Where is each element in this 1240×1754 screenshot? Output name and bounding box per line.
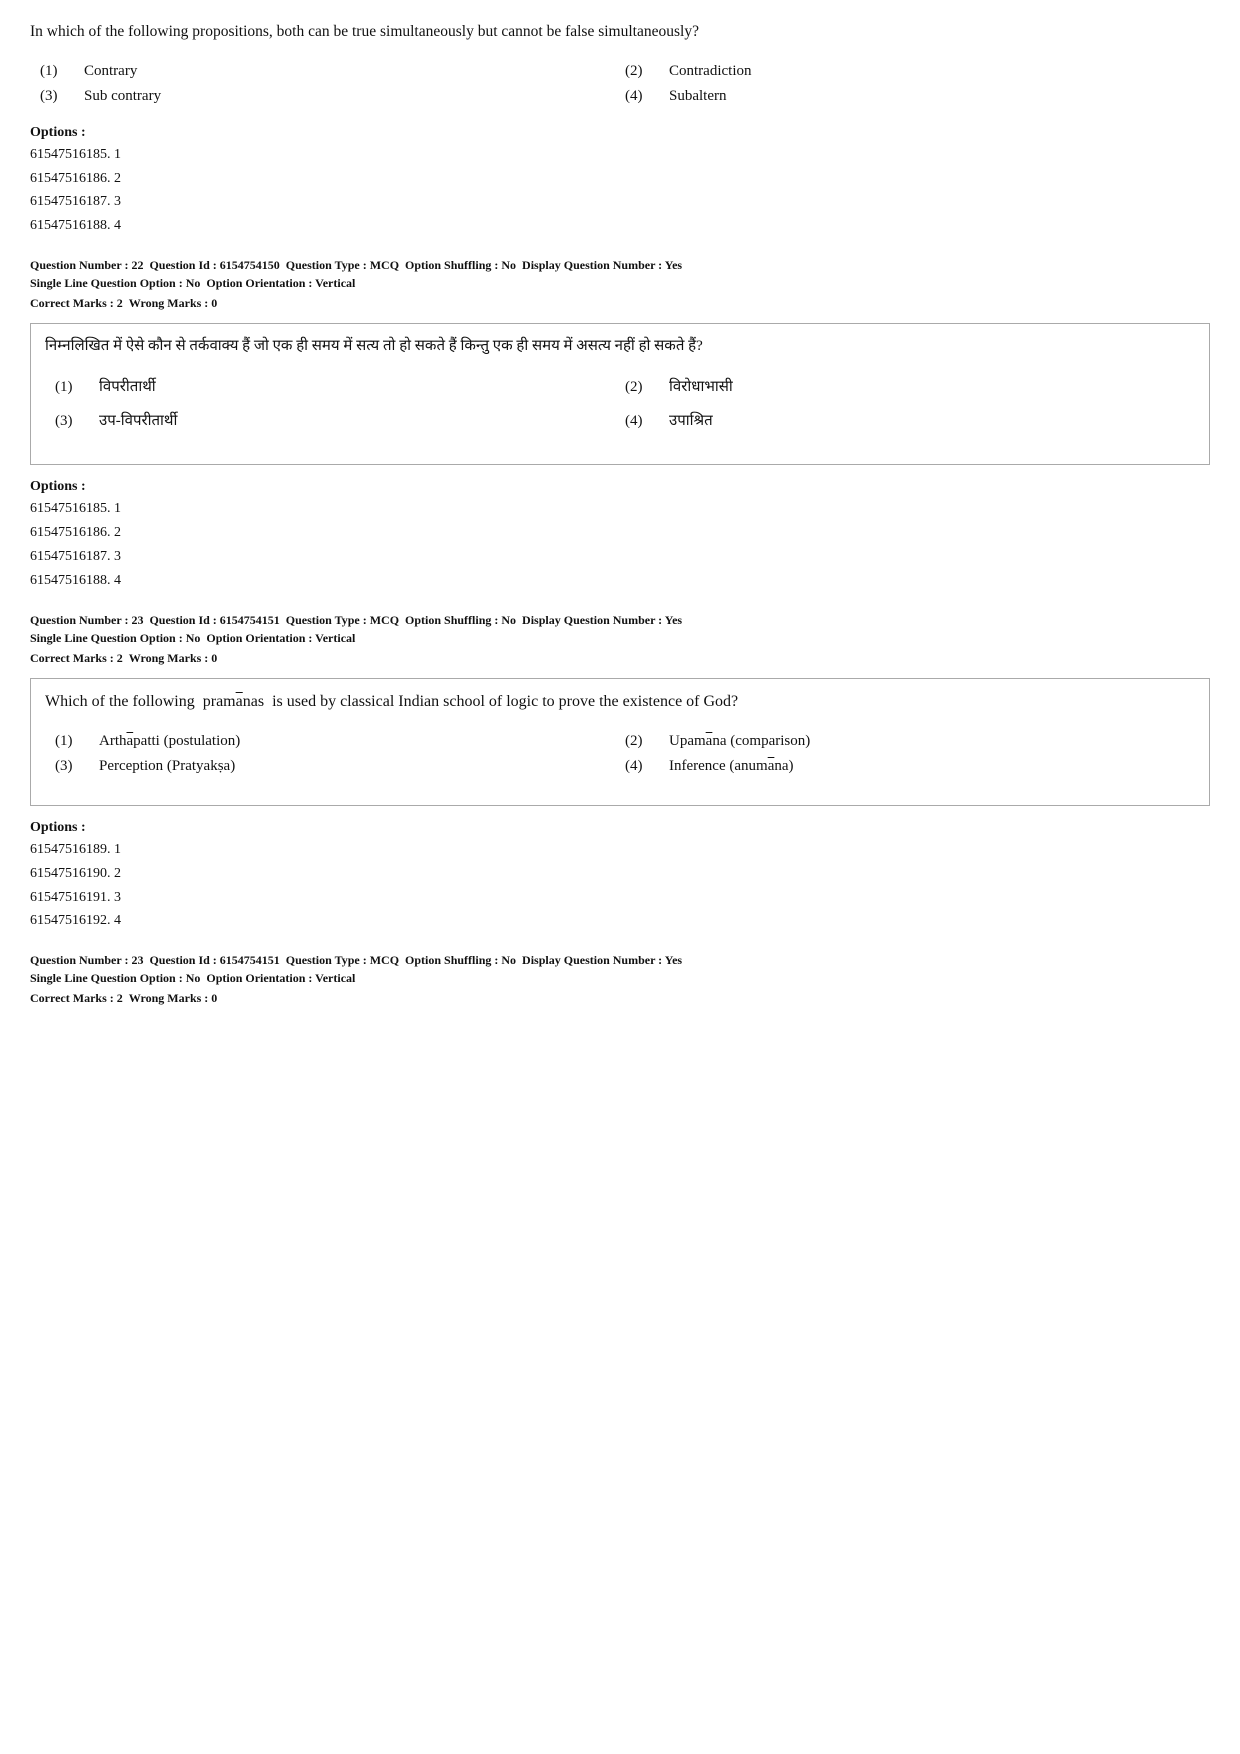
option-item: (2) Upamana (comparison)	[625, 733, 1195, 750]
question-22-hindi-text: निम्नलिखित में ऐसे कौन से तर्कवाक्य हैं …	[45, 334, 1195, 360]
question-22-options: (1) विपरीतार्थी (2) विरोधाभासी (3) उप-वि…	[55, 375, 1195, 434]
option-num: (2)	[625, 63, 653, 80]
options-list-item: 61547516192. 4	[30, 909, 1210, 933]
option-label: Subaltern	[669, 88, 727, 105]
question-22-correct-marks: Correct Marks : 2 Wrong Marks : 0	[30, 296, 1210, 311]
options-list-item: 61547516190. 2	[30, 862, 1210, 886]
question-23-correct-marks: Correct Marks : 2 Wrong Marks : 0	[30, 651, 1210, 666]
question-22-bordered: निम्नलिखित में ऐसे कौन से तर्कवाक्य हैं …	[30, 323, 1210, 466]
option-label: Inference (anumana)	[669, 758, 794, 775]
options-list-section: Options : 61547516185. 1 61547516186. 2 …	[30, 125, 1210, 238]
question-23-meta: Question Number : 23 Question Id : 61547…	[30, 611, 1210, 647]
question-23-meta-repeat: Question Number : 23 Question Id : 61547…	[30, 951, 1210, 987]
options-list-item: 61547516185. 1	[30, 143, 1210, 167]
options-list-item: 61547516187. 3	[30, 190, 1210, 214]
option-label: Perception (Pratyakṣa)	[99, 758, 235, 775]
option-label: विरोधाभासी	[669, 375, 733, 401]
option-label: Arthapatti (postulation)	[99, 733, 240, 750]
option-label: Upamana (comparison)	[669, 733, 810, 750]
option-item: (1) Contrary	[40, 63, 625, 80]
options-heading: Options :	[30, 479, 1210, 495]
option-item: (4) Subaltern	[625, 88, 1210, 105]
option-num: (1)	[55, 733, 83, 750]
option-label: विपरीतार्थी	[99, 375, 156, 401]
option-item: (1) Arthapatti (postulation)	[55, 733, 625, 750]
question-23-text: Which of the following pramanas is used …	[45, 689, 1195, 715]
option-label: Contrary	[84, 63, 137, 80]
options-heading: Options :	[30, 125, 1210, 141]
option-num: (3)	[40, 88, 68, 105]
option-num: (1)	[40, 63, 68, 80]
options-list-item: 61547516186. 2	[30, 521, 1210, 545]
question-21-english: In which of the following propositions, …	[30, 20, 1210, 238]
question-22-meta: Question Number : 22 Question Id : 61547…	[30, 256, 1210, 292]
question-21-options: (1) Contrary (2) Contradiction (3) Sub c…	[40, 63, 1210, 105]
option-item: (4) उपाश्रित	[625, 409, 1195, 435]
question-22-options-list-section: Options : 61547516185. 1 61547516186. 2 …	[30, 479, 1210, 592]
option-label: Sub contrary	[84, 88, 161, 105]
question-21-text: In which of the following propositions, …	[30, 20, 1210, 45]
option-item: (3) Sub contrary	[40, 88, 625, 105]
option-num: (4)	[625, 758, 653, 775]
option-num: (2)	[625, 379, 653, 396]
options-list-item: 61547516188. 4	[30, 214, 1210, 238]
option-item: (2) Contradiction	[625, 63, 1210, 80]
option-item: (2) विरोधाभासी	[625, 375, 1195, 401]
option-label: उप-विपरीतार्थी	[99, 409, 177, 435]
option-num: (3)	[55, 758, 83, 775]
options-list-item: 61547516191. 3	[30, 886, 1210, 910]
option-num: (4)	[625, 413, 653, 430]
option-num: (3)	[55, 413, 83, 430]
options-list-item: 61547516189. 1	[30, 838, 1210, 862]
option-num: (1)	[55, 379, 83, 396]
question-23-options-list-section: Options : 61547516189. 1 61547516190. 2 …	[30, 820, 1210, 933]
options-heading: Options :	[30, 820, 1210, 836]
options-list-item: 61547516186. 2	[30, 167, 1210, 191]
question-23-bordered: Which of the following pramanas is used …	[30, 678, 1210, 806]
question-23-correct-marks-repeat: Correct Marks : 2 Wrong Marks : 0	[30, 991, 1210, 1006]
option-label: Contradiction	[669, 63, 752, 80]
options-list-item: 61547516188. 4	[30, 569, 1210, 593]
option-item: (3) उप-विपरीतार्थी	[55, 409, 625, 435]
option-item: (4) Inference (anumana)	[625, 758, 1195, 775]
option-item: (3) Perception (Pratyakṣa)	[55, 758, 625, 775]
question-23-options: (1) Arthapatti (postulation) (2) Upamana…	[55, 733, 1195, 775]
option-num: (2)	[625, 733, 653, 750]
option-item: (1) विपरीतार्थी	[55, 375, 625, 401]
option-num: (4)	[625, 88, 653, 105]
options-list-item: 61547516187. 3	[30, 545, 1210, 569]
options-list-item: 61547516185. 1	[30, 497, 1210, 521]
option-label: उपाश्रित	[669, 409, 713, 435]
